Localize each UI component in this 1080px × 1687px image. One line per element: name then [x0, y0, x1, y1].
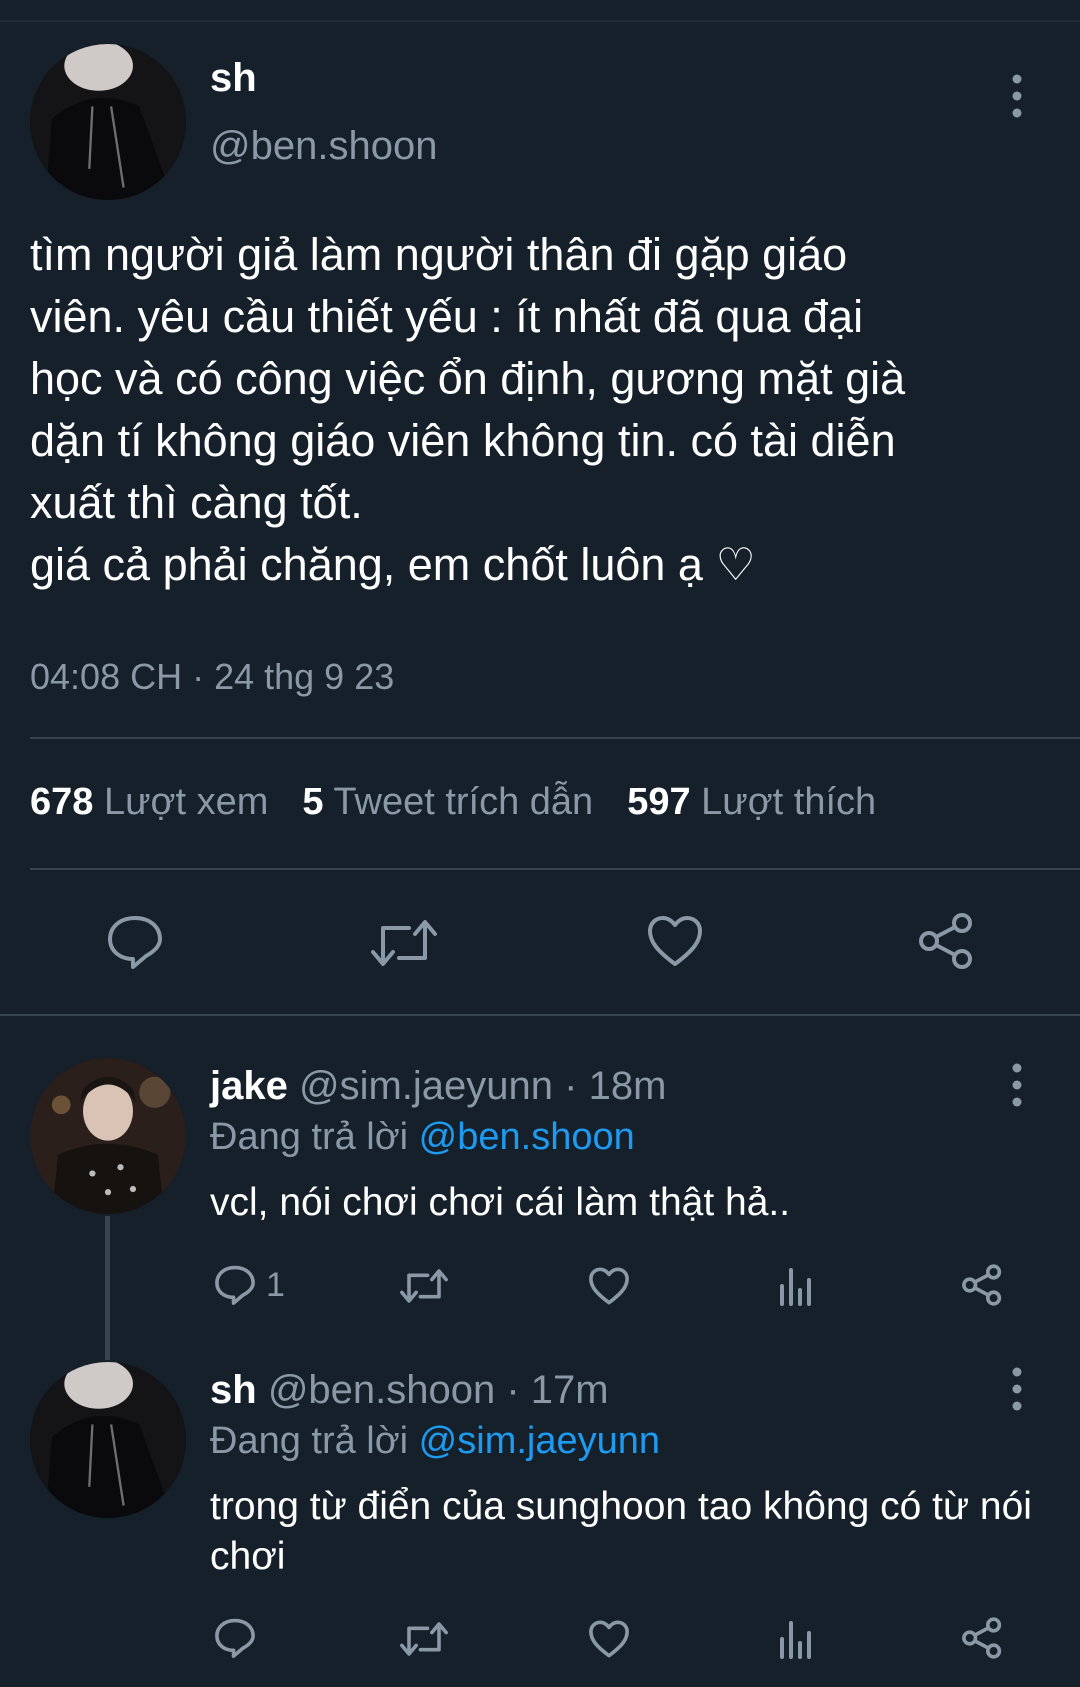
avatar-image — [30, 44, 186, 200]
reply-button[interactable] — [214, 1617, 256, 1659]
top-divider — [0, 20, 1080, 22]
likes-stat[interactable]: 597 Lượt thích — [627, 781, 876, 823]
reply-more-options-icon[interactable] — [1009, 1063, 1025, 1107]
tweet-stats: 678 Lượt xem 5 Tweet trích dẫn 597 Lượt th… — [30, 781, 876, 824]
quotes-stat[interactable]: 5 Tweet trích dẫn — [302, 781, 593, 823]
share-icon — [962, 1264, 1002, 1306]
like-icon[interactable] — [646, 914, 704, 968]
views-button[interactable] — [778, 1264, 814, 1306]
reply-text: vcl, nói chơi chơi cái làm thật hả.. — [210, 1181, 791, 1224]
share-icon[interactable] — [916, 912, 976, 970]
share-button[interactable] — [960, 1617, 1004, 1659]
share-button[interactable] — [960, 1264, 1004, 1306]
reply-display-name[interactable]: sh — [210, 1368, 257, 1412]
stats-divider-bottom — [30, 868, 1080, 870]
reply-more-options-icon[interactable] — [1009, 1367, 1025, 1411]
retweet-icon — [400, 1622, 448, 1656]
avatar[interactable] — [30, 44, 186, 200]
reply-avatar-image — [30, 1362, 186, 1518]
tweet-timestamp[interactable]: 04:08 CH · 24 thg 9 23 — [30, 656, 394, 698]
reply-avatar-image — [30, 1058, 186, 1214]
replying-to: Đang trả lời @ben.shoon — [210, 1116, 635, 1158]
reply-header: sh @ben.shoon · 17m — [210, 1368, 609, 1413]
mention-link[interactable]: @ben.shoon — [419, 1116, 635, 1158]
reply-handle-time[interactable]: @sim.jaeyunn · 18m — [299, 1064, 666, 1108]
reply-avatar[interactable] — [30, 1058, 186, 1214]
analytics-icon — [780, 1621, 811, 1659]
retweet-icon — [400, 1269, 448, 1303]
like-button[interactable] — [588, 1619, 630, 1659]
reply-icon — [215, 1265, 255, 1305]
replying-to: Đang trả lời @sim.jaeyunn — [210, 1420, 661, 1462]
analytics-icon — [780, 1268, 811, 1306]
mention-link[interactable]: @sim.jaeyunn — [419, 1420, 660, 1462]
like-button[interactable] — [588, 1266, 630, 1306]
like-icon — [589, 1620, 629, 1658]
views-stat[interactable]: 678 Lượt xem — [30, 781, 268, 823]
reply-count: 1 — [266, 1265, 285, 1304]
thread-line — [105, 1216, 110, 1360]
reply-text: trong từ điển của sunghoon tao không có … — [210, 1485, 1032, 1578]
like-icon — [589, 1267, 629, 1305]
reply-avatar[interactable] — [30, 1362, 186, 1518]
reply-button[interactable]: 1 — [214, 1264, 285, 1306]
reply-icon[interactable] — [106, 914, 164, 970]
reply-display-name[interactable]: jake — [210, 1064, 288, 1108]
handle[interactable]: @ben.shoon — [210, 124, 437, 169]
section-divider — [0, 1014, 1080, 1016]
stats-divider-top — [30, 737, 1080, 739]
retweet-icon[interactable] — [369, 918, 439, 968]
tweet-text: tìm người giả làm người thân đi gặp giáo… — [30, 229, 906, 590]
display-name[interactable]: sh — [210, 56, 257, 101]
reply-header: jake @sim.jaeyunn · 18m — [210, 1064, 666, 1109]
reply-icon — [215, 1618, 255, 1658]
views-button[interactable] — [778, 1617, 814, 1659]
reply-handle-time[interactable]: @ben.shoon · 17m — [268, 1368, 609, 1412]
retweet-button[interactable] — [399, 1621, 449, 1657]
more-options-icon[interactable] — [1009, 74, 1025, 118]
share-icon — [962, 1617, 1002, 1659]
retweet-button[interactable] — [399, 1268, 449, 1304]
